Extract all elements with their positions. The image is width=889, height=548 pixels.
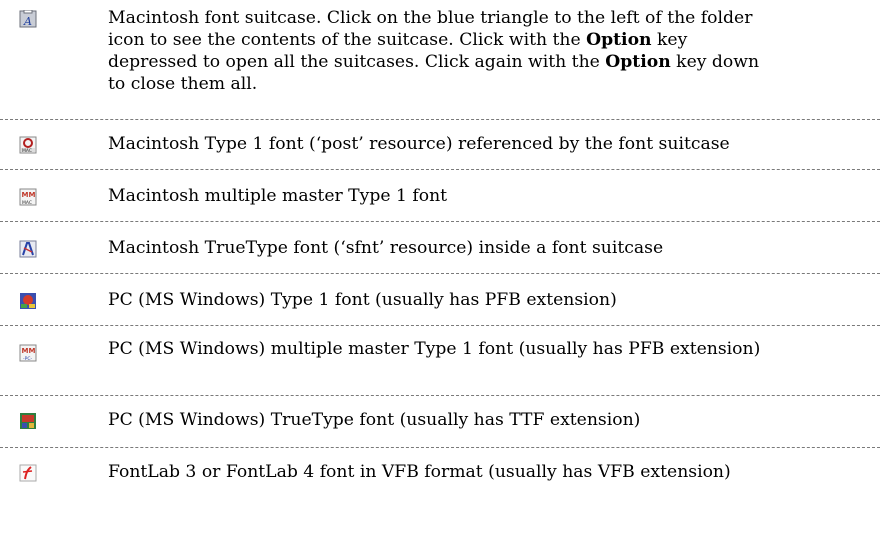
- pc-truetype-font-icon: [19, 412, 37, 430]
- table-row: MM -PC- PC (MS Windows) multiple master …: [0, 326, 880, 396]
- svg-text:-PC-: -PC-: [23, 356, 32, 362]
- table-row: FontLab 3 or FontLab 4 font in VFB forma…: [0, 448, 880, 498]
- mac-multiple-master-font-icon: MM MAC: [19, 188, 37, 206]
- row-description: Macintosh font suitcase. Click on the bl…: [108, 8, 760, 94]
- table-row: Macintosh TrueType font (‘sfnt’ resource…: [0, 222, 880, 274]
- row-description: Macintosh TrueType font (‘sfnt’ resource…: [108, 238, 664, 258]
- font-suitcase-icon: A: [19, 10, 37, 28]
- svg-text:A: A: [23, 15, 32, 28]
- row-description: PC (MS Windows) Type 1 font (usually has…: [108, 290, 617, 310]
- pc-type1-font-icon: [19, 292, 37, 310]
- mac-type1-font-icon: MAC: [19, 136, 37, 154]
- table-row: A Macintosh font suitcase. Click on the …: [0, 0, 880, 120]
- row-description: Macintosh multiple master Type 1 font: [108, 186, 448, 206]
- row-description: PC (MS Windows) multiple master Type 1 f…: [108, 339, 761, 359]
- row-description: PC (MS Windows) TrueType font (usually h…: [108, 410, 641, 430]
- pc-multiple-master-font-icon: MM -PC-: [19, 344, 37, 362]
- fontlab-vfb-font-icon: [19, 464, 37, 482]
- svg-text:MAC: MAC: [22, 200, 32, 206]
- table-row: MAC Macintosh Type 1 font (‘post’ resour…: [0, 120, 880, 170]
- svg-text:MM: MM: [22, 347, 36, 355]
- table-row: MM MAC Macintosh multiple master Type 1 …: [0, 170, 880, 222]
- mac-truetype-font-icon: [19, 240, 37, 258]
- row-description: FontLab 3 or FontLab 4 font in VFB forma…: [108, 462, 731, 482]
- table-row: PC (MS Windows) TrueType font (usually h…: [0, 396, 880, 448]
- font-icon-legend-table: A Macintosh font suitcase. Click on the …: [0, 0, 880, 498]
- table-row: PC (MS Windows) Type 1 font (usually has…: [0, 274, 880, 326]
- svg-text:MM: MM: [22, 191, 36, 199]
- row-description: Macintosh Type 1 font (‘post’ resource) …: [108, 134, 730, 154]
- svg-text:MAC: MAC: [22, 148, 32, 154]
